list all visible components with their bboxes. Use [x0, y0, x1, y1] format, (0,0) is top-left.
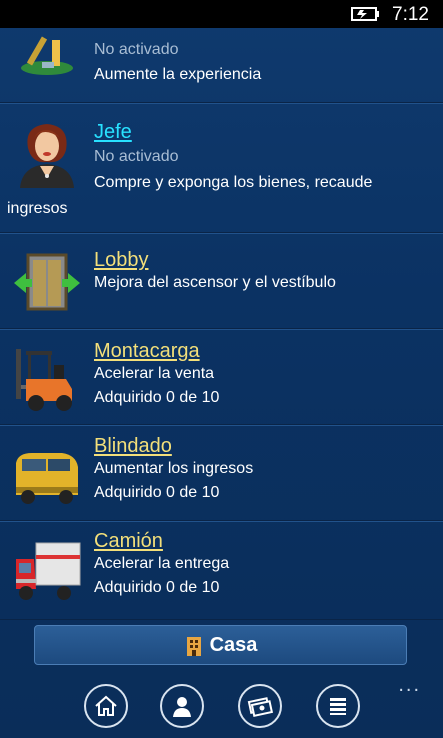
elevator-icon: [14, 253, 80, 311]
list-item-lobby[interactable]: Lobby Mejora del ascensor y el vestíbulo: [0, 233, 443, 329]
building-icon: [186, 637, 201, 656]
list-item-montacarga[interactable]: Montacarga Acelerar la venta Adquirido 0…: [0, 329, 443, 425]
clock: 7:12: [392, 4, 429, 25]
casa-button[interactable]: Casa: [34, 625, 407, 665]
acquired-count: Adquirido 0 de 10: [94, 484, 220, 501]
status-text: No activado: [94, 41, 179, 58]
home-button[interactable]: [84, 684, 128, 728]
status-text: No activado: [94, 148, 179, 165]
description: Acelerar la entrega: [94, 555, 230, 572]
description-wrap: ingresos: [7, 200, 68, 217]
armored-van-icon: [16, 453, 78, 504]
description: Aumentar los ingresos: [94, 460, 254, 477]
upgrade-list[interactable]: No activado Aumente la experiencia Jefe …: [0, 28, 443, 620]
acquired-count: Adquirido 0 de 10: [94, 579, 220, 596]
item-title[interactable]: Lobby: [94, 249, 149, 272]
list-icon: [330, 698, 346, 715]
item-title[interactable]: Montacarga: [94, 340, 200, 363]
money-icon: [247, 697, 273, 717]
item-title[interactable]: Camión: [94, 530, 163, 553]
item-title[interactable]: Jefe: [94, 121, 132, 144]
list-button[interactable]: [316, 684, 360, 728]
app-bar: ...: [0, 672, 443, 738]
forklift-icon: [16, 349, 72, 411]
list-item-jefe[interactable]: Jefe No activado Compre y exponga los bi…: [0, 103, 443, 233]
acquired-count: Adquirido 0 de 10: [94, 389, 220, 406]
profile-button[interactable]: [160, 684, 204, 728]
list-item-blindado[interactable]: Blindado Aumentar los ingresos Adquirido…: [0, 425, 443, 521]
description: Aumente la experiencia: [94, 66, 262, 83]
money-button[interactable]: [238, 684, 282, 728]
boss-woman-icon: [20, 124, 74, 188]
item-title[interactable]: Blindado: [94, 435, 172, 458]
truck-icon: [16, 542, 81, 600]
list-item-experience[interactable]: No activado Aumente la experiencia: [0, 28, 443, 103]
trophy-icon: [21, 36, 73, 75]
battery-charging-icon: [351, 7, 379, 21]
home-icon: [95, 695, 117, 716]
list-item-camion[interactable]: Camión Acelerar la entrega Adquirido 0 d…: [0, 521, 443, 620]
more-menu-button[interactable]: ...: [398, 674, 421, 697]
status-bar: 7:12: [0, 0, 443, 28]
casa-label: Casa: [209, 633, 258, 656]
description: Mejora del ascensor y el vestíbulo: [94, 274, 336, 291]
description: Acelerar la venta: [94, 365, 215, 382]
app-root: 7:12 No activado Aumente la experiencia: [0, 0, 443, 738]
description: Compre y exponga los bienes, recaude: [94, 174, 373, 191]
person-icon: [173, 697, 191, 717]
